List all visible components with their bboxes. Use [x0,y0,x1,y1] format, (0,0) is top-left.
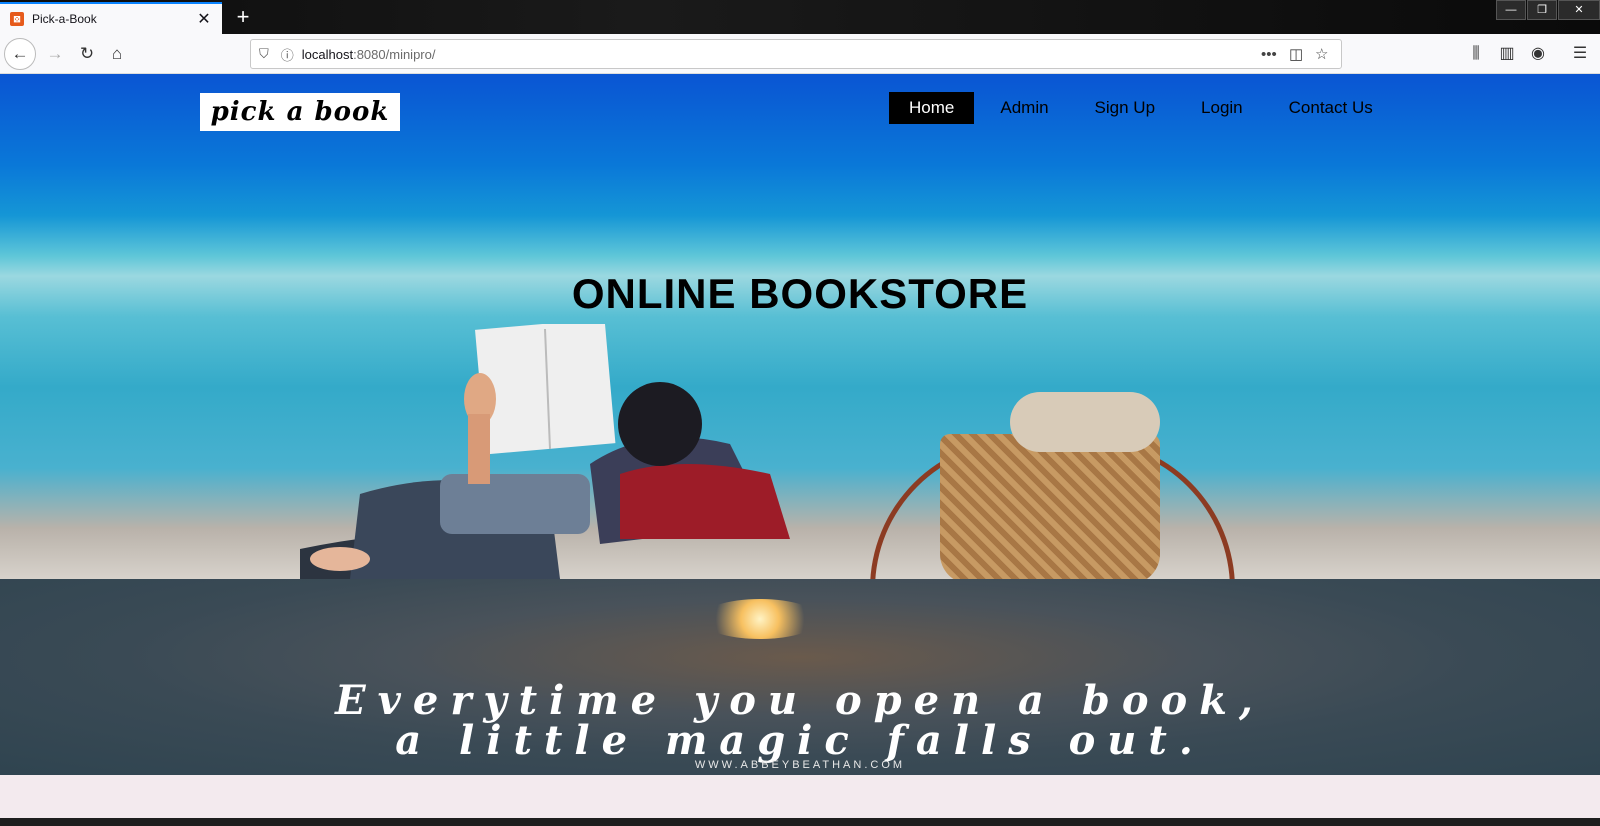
main-nav: Home Admin Sign Up Login Contact Us [889,92,1399,124]
tab-title: Pick-a-Book [32,12,97,26]
web-page: pick a book Home Admin Sign Up Login Con… [0,74,1600,826]
nav-admin[interactable]: Admin [980,92,1068,124]
close-tab-icon[interactable]: ✕ [196,9,212,29]
quote-line-2: a little magic falls out. [395,717,1205,764]
url-host: localhost [301,46,354,62]
reload-icon[interactable]: ↻ [72,40,102,68]
hero-title: ONLINE BOOKSTORE [571,270,1029,317]
quote-source: WWW.ABBEYBEATHAN.COM [694,759,906,771]
restore-icon[interactable]: ❐ [1527,0,1557,20]
quote-banner: Everytime you open a book, a little magi… [0,579,1600,775]
tracking-shield-icon[interactable]: ⛉ [259,46,269,62]
basket-illustration [940,434,1160,584]
os-taskbar [0,818,1600,826]
nav-home[interactable]: Home [889,92,975,124]
site-logo[interactable]: pick a book [200,93,400,131]
library-icon[interactable]: ⫼ [1464,42,1488,66]
xampp-favicon-icon: ⊠ [10,12,24,26]
browser-tab[interactable]: ⊠ Pick-a-Book ✕ [0,2,222,34]
info-icon[interactable]: ⓘ [281,45,294,64]
forward-arrow-icon[interactable]: → [40,40,70,68]
account-icon[interactable]: ◉ [1526,42,1550,66]
nav-login[interactable]: Login [1181,92,1263,124]
minimize-icon[interactable]: — [1496,0,1526,20]
close-window-icon[interactable]: ✕ [1558,0,1600,20]
url-bar[interactable]: ⛉ ⓘ localhost:8080/minipro/ ••• ◫ ☆ [250,39,1342,69]
nav-sign-up[interactable]: Sign Up [1075,92,1175,124]
tab-bar: ⊠ Pick-a-Book ✕ + — ❐ ✕ [0,0,1600,34]
folded-towel [1010,392,1160,452]
pocket-icon[interactable]: ◫ [1289,40,1303,68]
sidebar-icon[interactable]: ▥ [1495,42,1519,66]
home-icon[interactable]: ⌂ [102,40,132,68]
star-icon[interactable]: ☆ [1315,40,1328,68]
more-dots-icon[interactable]: ••• [1261,40,1277,68]
url-path: :8080/minipro/ [353,46,436,62]
reader-illustration [300,324,790,579]
back-arrow-icon[interactable]: ← [4,38,36,70]
hero-banner: pick a book Home Admin Sign Up Login Con… [0,74,1600,589]
sparkler-glow [700,599,820,639]
browser-toolbar: ← → ↻ ⌂ ⛉ ⓘ localhost:8080/minipro/ ••• … [0,34,1600,74]
hamburger-menu-icon[interactable]: ☰ [1568,42,1592,66]
nav-contact-us[interactable]: Contact Us [1269,92,1393,124]
new-tab-icon[interactable]: + [230,4,256,30]
